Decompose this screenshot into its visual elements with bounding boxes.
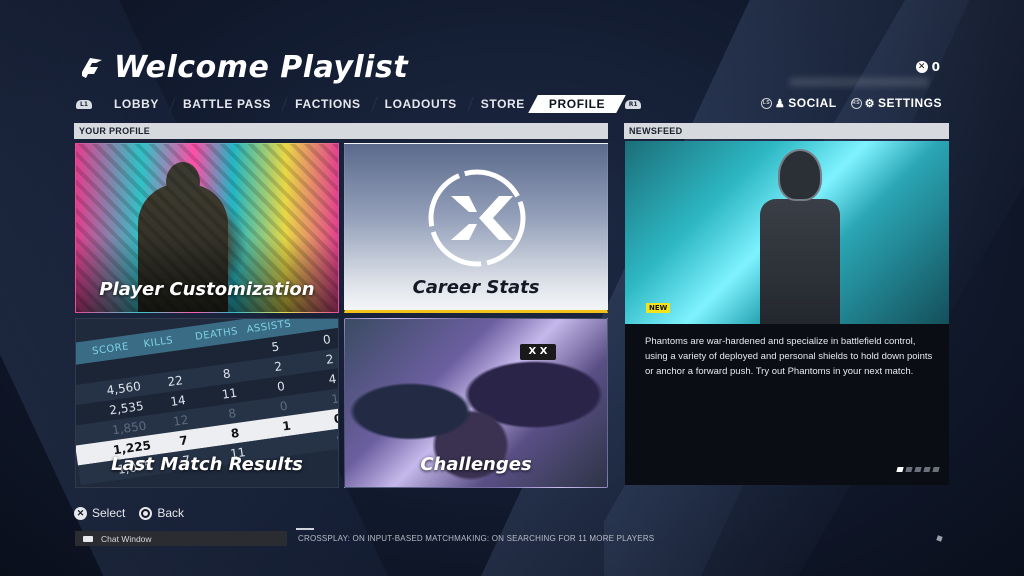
your-profile-header: YOUR PROFILE (74, 123, 608, 139)
scoreboard-cell: 2 (324, 351, 335, 367)
chat-window-label: Chat Window (101, 533, 152, 544)
pager-dot[interactable] (932, 467, 940, 472)
col-score: SCORE (91, 340, 130, 357)
tab-battle-pass[interactable]: BATTLE PASS (171, 95, 283, 113)
newsfeed-pager[interactable] (896, 467, 940, 472)
pager-dot[interactable] (914, 467, 922, 472)
scoreboard-cell: 1 (330, 391, 339, 407)
right-nav: LS ♟ SOCIAL RS ⚙ SETTINGS (760, 96, 942, 110)
settings-label: SETTINGS (877, 96, 942, 110)
col-assists: ASSISTS (245, 318, 292, 336)
scoreboard-cell: 0 (336, 431, 339, 447)
circle-button-icon (139, 506, 153, 520)
status-indicator-bar (296, 528, 314, 530)
pager-dot[interactable] (905, 467, 913, 472)
career-stats-tile[interactable]: Career Stats (344, 143, 608, 313)
chat-window-button[interactable]: Chat Window (75, 531, 287, 546)
phantom-soldier-artwork (760, 149, 840, 324)
main-tabs: L1 LOBBY BATTLE PASS FACTIONS LOADOUTS S… (76, 95, 642, 113)
select-button[interactable]: ✕ Select (74, 506, 125, 520)
last-match-results-label: Last Match Results (111, 454, 303, 475)
chat-icon (83, 535, 93, 542)
newsfeed-header: NEWSFEED (624, 123, 949, 139)
select-label: Select (92, 506, 126, 520)
col-kills: KILLS (142, 334, 174, 350)
r1-bumper-icon[interactable]: R1 (625, 99, 642, 109)
pager-dot[interactable] (923, 467, 931, 472)
player-customization-label: Player Customization (99, 279, 315, 300)
tab-factions[interactable]: FACTIONS (283, 95, 372, 113)
back-label: Back (157, 506, 185, 520)
challenges-label: Challenges (420, 454, 532, 475)
last-match-results-tile[interactable]: SCORE KILLS DEATHS ASSISTS 5 0 4,560 22 8 2 2 2… (75, 318, 339, 488)
new-badge: NEW (646, 303, 671, 313)
scoreboard-cell (147, 358, 198, 365)
scoreboard-cell (264, 442, 315, 449)
right-stick-icon: RS (850, 97, 862, 109)
tab-loadouts[interactable]: LOADOUTS (373, 95, 469, 113)
gear-icon: ⚙ (864, 97, 875, 110)
col-deaths: DEATHS (194, 325, 239, 343)
social-button[interactable]: LS ♟ SOCIAL (760, 96, 837, 110)
xdefiant-logo-icon (82, 57, 102, 78)
player-name-redacted (789, 77, 929, 87)
page-title: Welcome Playlist (114, 50, 409, 85)
xx-mask-artwork: X X (520, 344, 556, 360)
career-stats-label: Career Stats (412, 277, 540, 298)
title-row: Welcome Playlist (78, 50, 408, 85)
scoreboard-cell (95, 365, 146, 372)
newsfeed-text: Phantoms are war-hardened and specialize… (645, 336, 933, 377)
scoreboard-cell: 0 (332, 411, 339, 427)
social-icon: ♟ (774, 97, 786, 110)
tab-lobby[interactable]: LOBBY (102, 95, 171, 113)
scoreboard-cell: 4 (327, 371, 338, 387)
newsfeed-image[interactable]: NEW (625, 141, 949, 324)
left-stick-icon: LS (760, 97, 772, 109)
l1-bumper-icon[interactable]: L1 (76, 99, 92, 109)
back-button[interactable]: Back (139, 506, 184, 520)
player-customization-tile[interactable]: Player Customization (75, 143, 339, 313)
matchmaking-status: CROSSPLAY: ON INPUT-BASED MATCHMAKING: O… (298, 534, 655, 543)
newsfeed-body: Phantoms are war-hardened and specialize… (625, 324, 949, 485)
challenges-tile[interactable]: X X Challenges (344, 318, 608, 488)
footer-buttons: ✕ Select Back (74, 506, 184, 520)
pager-dot[interactable] (896, 467, 904, 472)
xdefiant-emblem-icon (428, 169, 526, 267)
social-label: SOCIAL (788, 96, 837, 110)
scoreboard-cell: 0 (322, 332, 332, 348)
currency-value: 0 (931, 60, 940, 74)
settings-button[interactable]: RS ⚙ SETTINGS (850, 96, 942, 110)
tab-store[interactable]: STORE (469, 95, 537, 113)
currency-display: ✕ 0 (915, 60, 940, 74)
currency-coin-icon: ✕ (915, 61, 928, 73)
scoreboard-cell (198, 350, 249, 357)
cross-button-icon: ✕ (74, 506, 87, 520)
tab-profile[interactable]: PROFILE (537, 95, 617, 113)
